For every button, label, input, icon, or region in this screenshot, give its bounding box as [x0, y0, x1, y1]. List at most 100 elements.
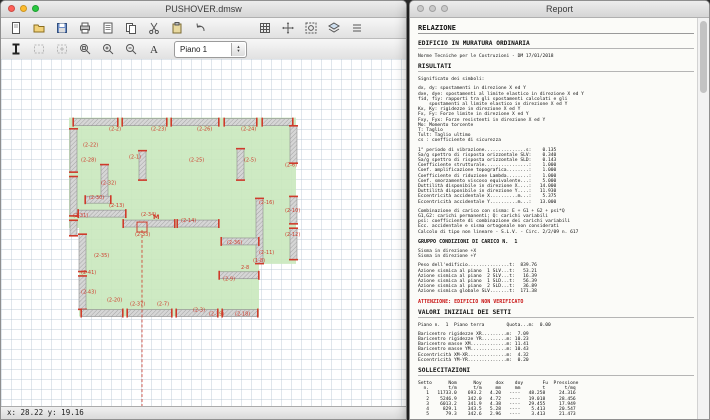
report-line: RELAZIONE	[418, 24, 694, 34]
wall-end-marker	[121, 118, 123, 127]
wall-end-marker	[117, 118, 119, 127]
wall-label: (2-28)	[81, 157, 96, 163]
copy-icon	[124, 21, 138, 35]
wall-label: (2-2)	[109, 127, 121, 133]
wall-label: (2-7)	[157, 302, 169, 308]
report-window: Report RELAZIONE EDIFICIO IN MURATURA OR…	[409, 0, 710, 420]
wall-label: (2-32)	[101, 180, 116, 186]
new-file-icon	[9, 21, 23, 35]
wall-label: (2-18)	[235, 312, 250, 318]
wall-label: (2-10)	[285, 208, 300, 214]
wall-hatch	[237, 148, 244, 180]
wall-end-marker	[289, 227, 298, 229]
grid-button[interactable]	[254, 20, 276, 37]
wall-end-marker	[261, 118, 263, 127]
zoom-extents-button[interactable]	[300, 20, 322, 37]
wall-hatch	[81, 310, 123, 317]
page-preview-icon	[101, 21, 115, 35]
wall-end-marker	[236, 179, 245, 181]
zoom-window-icon[interactable]	[441, 5, 448, 12]
wall-end-marker	[125, 209, 127, 218]
cad-window-title: PUSHOVER.dmsw	[165, 4, 242, 14]
mass-center-marker: M	[153, 213, 159, 221]
wall-label: (2-37)	[130, 302, 145, 308]
wall-end-marker	[138, 150, 147, 152]
close-icon[interactable]	[8, 5, 15, 12]
wall-end-marker	[170, 118, 172, 127]
wall-end-marker	[218, 219, 220, 228]
cut-button[interactable]	[143, 20, 165, 37]
settings-button[interactable]	[346, 20, 368, 37]
cursor-coordinates: x: 28.22 y: 19.16	[7, 408, 84, 417]
select-cross-icon	[55, 42, 69, 56]
status-bar: x: 28.22 y: 19.16	[1, 406, 406, 419]
undo-button[interactable]	[189, 20, 211, 37]
zoom-out-button[interactable]	[120, 41, 142, 58]
wall-end-marker	[175, 309, 177, 318]
report-body: RELAZIONE EDIFICIO IN MURATURA ORDINARIA…	[410, 18, 698, 419]
wall-label: (2-6)	[285, 162, 297, 168]
wall-label: (2-9)	[223, 277, 235, 283]
report-line: RISULTATI	[418, 63, 694, 72]
print-button[interactable]	[74, 20, 96, 37]
report-scrollbar[interactable]	[697, 18, 709, 419]
wall-label: (2-24)	[241, 127, 256, 133]
floor-stepper[interactable]: ▲▼	[231, 43, 245, 56]
wall-end-marker	[80, 309, 82, 318]
wall-hatch	[123, 220, 175, 227]
layers-button[interactable]	[323, 20, 345, 37]
zoom-in-button[interactable]	[97, 41, 119, 58]
wall-label: (2-13)	[109, 203, 124, 209]
page-preview-button[interactable]	[97, 20, 119, 37]
text-tool-button[interactable]: A	[143, 41, 165, 58]
wall-end-marker	[166, 118, 168, 127]
report-line: EDIFICIO IN MURATURA ORDINARIA	[418, 40, 694, 49]
report-titlebar[interactable]: Report	[410, 1, 709, 18]
wall-end-marker	[122, 309, 124, 318]
wall-hatch	[70, 220, 77, 236]
floor-selector-value: Piano 1	[180, 45, 207, 54]
pan-button[interactable]	[277, 20, 299, 37]
text-tool-icon: A	[147, 42, 161, 56]
save-button[interactable]	[51, 20, 73, 37]
wall-end-marker	[171, 309, 173, 318]
select-window-button[interactable]	[28, 41, 50, 58]
wall-label: (2-36)	[227, 240, 242, 246]
copy-button[interactable]	[120, 20, 142, 37]
minimize-icon[interactable]	[20, 5, 27, 12]
wall-label: (2-1)	[129, 154, 141, 160]
main-toolbar	[1, 18, 406, 39]
zoom-window-icon[interactable]	[32, 5, 39, 12]
drawing-canvas[interactable]: (2-2)(2-23)(2-26)(2-24)(2-22)(2-28)(2-1)…	[1, 59, 406, 406]
wall-end-marker	[258, 271, 260, 280]
wall-end-marker	[289, 196, 298, 198]
zoom-window-button[interactable]	[74, 41, 96, 58]
wall-label: (2-30)	[89, 195, 104, 201]
stepper-down-icon[interactable]: ▼	[237, 49, 241, 53]
select-cross-button[interactable]	[51, 41, 73, 58]
floor-selector[interactable]: Piano 1 ▲▼	[174, 41, 247, 58]
wall-hatch	[262, 119, 293, 126]
wall-hatch	[127, 310, 172, 317]
wall-label: (2-35)	[94, 253, 109, 259]
paste-button[interactable]	[166, 20, 188, 37]
wall-end-marker	[100, 164, 109, 166]
new-file-button[interactable]	[5, 20, 27, 37]
wall-end-marker	[69, 235, 78, 237]
wall-label: (2-20)	[107, 298, 122, 304]
wall-label: (2-26)	[197, 127, 212, 133]
wall-hatch	[70, 129, 77, 173]
select-window-icon	[32, 42, 46, 56]
wall-label: (2-23)	[151, 127, 166, 133]
open-folder-button[interactable]	[28, 20, 50, 37]
main-toolbar-left	[5, 20, 211, 37]
minimize-icon[interactable]	[429, 5, 436, 12]
zoom-window-icon	[78, 42, 92, 56]
report-scrollbar-thumb[interactable]	[700, 21, 707, 93]
wall-end-marker	[289, 125, 298, 127]
section-tool-button[interactable]	[5, 41, 27, 58]
section-tool-icon	[9, 42, 23, 56]
close-icon[interactable]	[417, 5, 424, 12]
wall-hatch	[171, 119, 219, 126]
cad-titlebar[interactable]: PUSHOVER.dmsw	[1, 1, 406, 18]
